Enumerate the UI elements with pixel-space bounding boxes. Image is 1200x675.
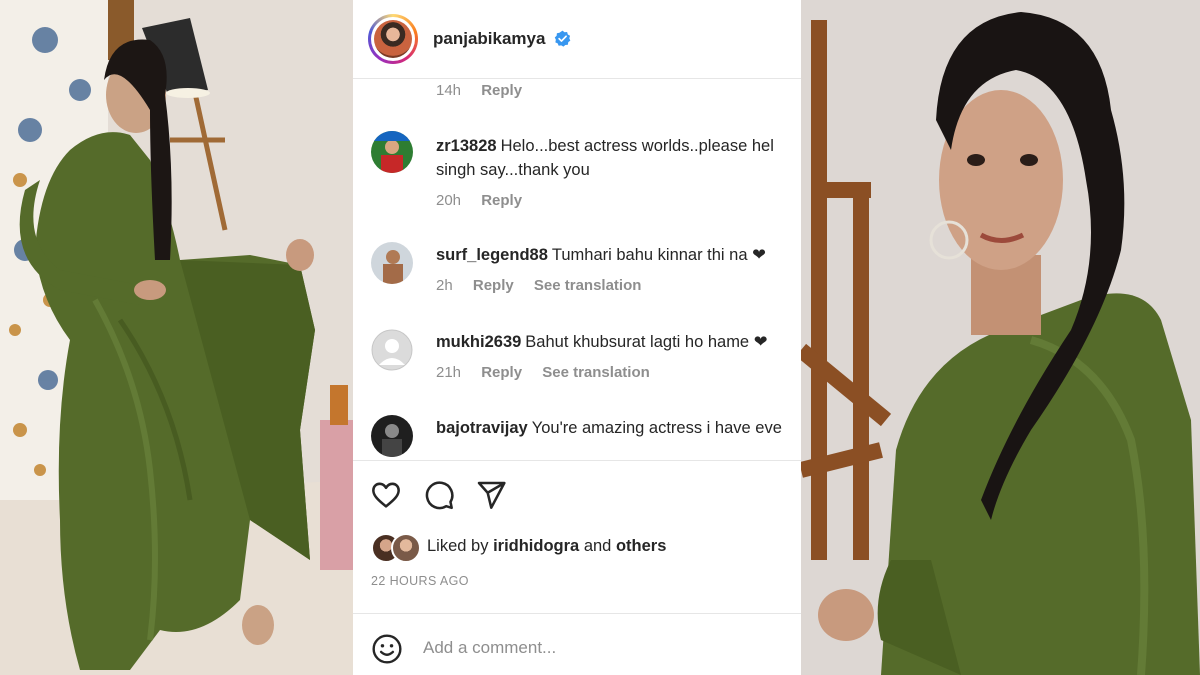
comment-meta: 14h Reply (436, 82, 538, 99)
profile-username[interactable]: panjabikamya (433, 29, 545, 49)
instagram-post-panel: panjabikamya 14h Reply zr13828 Helo...bes… (353, 0, 801, 675)
heart-icon[interactable] (370, 479, 402, 511)
liker-avatar[interactable] (391, 533, 421, 563)
see-translation-button[interactable]: See translation (542, 364, 650, 381)
commenter-avatar[interactable] (371, 415, 413, 457)
likes-summary: Liked by iridhidogra and others (371, 533, 791, 563)
saree-closeup-photo (801, 0, 1200, 675)
add-comment-bar (353, 613, 801, 675)
comment-text: bajotravijay You're amazing actress i hav… (436, 416, 801, 440)
saree-full-length-photo (0, 0, 353, 675)
comments-list: 14h Reply zr13828 Helo...best actress wor… (353, 79, 801, 459)
see-translation-button[interactable]: See translation (534, 277, 642, 294)
post-photo-left (0, 0, 353, 675)
liker-username[interactable]: iridhidogra (493, 537, 579, 555)
comment-icon[interactable] (423, 479, 455, 511)
comment-body: Bahut khubsurat lagti ho hame ❤ (525, 333, 768, 351)
verified-badge-icon (554, 30, 571, 47)
post-header: panjabikamya (353, 0, 801, 79)
add-comment-input[interactable] (421, 637, 785, 659)
commenter-handle[interactable]: mukhi2639 (436, 333, 521, 351)
comment-time: 21h (436, 364, 462, 381)
comment-meta: 2h Reply See translation (436, 277, 657, 294)
liked-by-text: Liked by iridhidogra and others (427, 537, 666, 556)
post-photo-right (801, 0, 1200, 675)
emoji-icon[interactable] (371, 633, 403, 665)
commenter-avatar-default[interactable] (371, 329, 413, 371)
post-actions-bar (353, 460, 801, 511)
reply-button[interactable]: Reply (481, 192, 522, 209)
comment-text: surf_legend88 Tumhari bahu kinnar thi na … (436, 243, 801, 267)
comment-meta: 21h Reply See translation (436, 364, 666, 381)
comment-meta: 20h Reply (436, 192, 538, 209)
reply-button[interactable]: Reply (473, 277, 514, 294)
liked-by-prefix: Liked by (427, 537, 489, 555)
commenter-handle[interactable]: surf_legend88 (436, 246, 548, 264)
post-timestamp: 22 HOURS AGO (371, 574, 469, 588)
comment-text: mukhi2639 Bahut khubsurat lagti ho hame ❤ (436, 330, 801, 354)
commenter-avatar[interactable] (371, 242, 413, 284)
comment-time: 20h (436, 192, 462, 209)
reply-button[interactable]: Reply (481, 82, 522, 99)
comment-time: 14h (436, 82, 462, 99)
liked-by-others-link[interactable]: others (616, 537, 666, 555)
comment-body: Tumhari bahu kinnar thi na ❤ (551, 246, 766, 264)
comment-time: 2h (436, 277, 453, 294)
commenter-handle[interactable]: bajotravijay (436, 419, 528, 437)
comment-text: zr13828 Helo...best actress worlds..pleas… (436, 134, 801, 182)
reply-button[interactable]: Reply (481, 364, 522, 381)
commenter-handle[interactable]: zr13828 (436, 137, 497, 155)
comment-body: You're amazing actress i have eve (531, 419, 782, 437)
share-icon[interactable] (475, 479, 507, 511)
liked-by-conj: and (583, 537, 612, 555)
profile-avatar[interactable] (368, 14, 418, 64)
commenter-avatar[interactable] (371, 131, 413, 173)
